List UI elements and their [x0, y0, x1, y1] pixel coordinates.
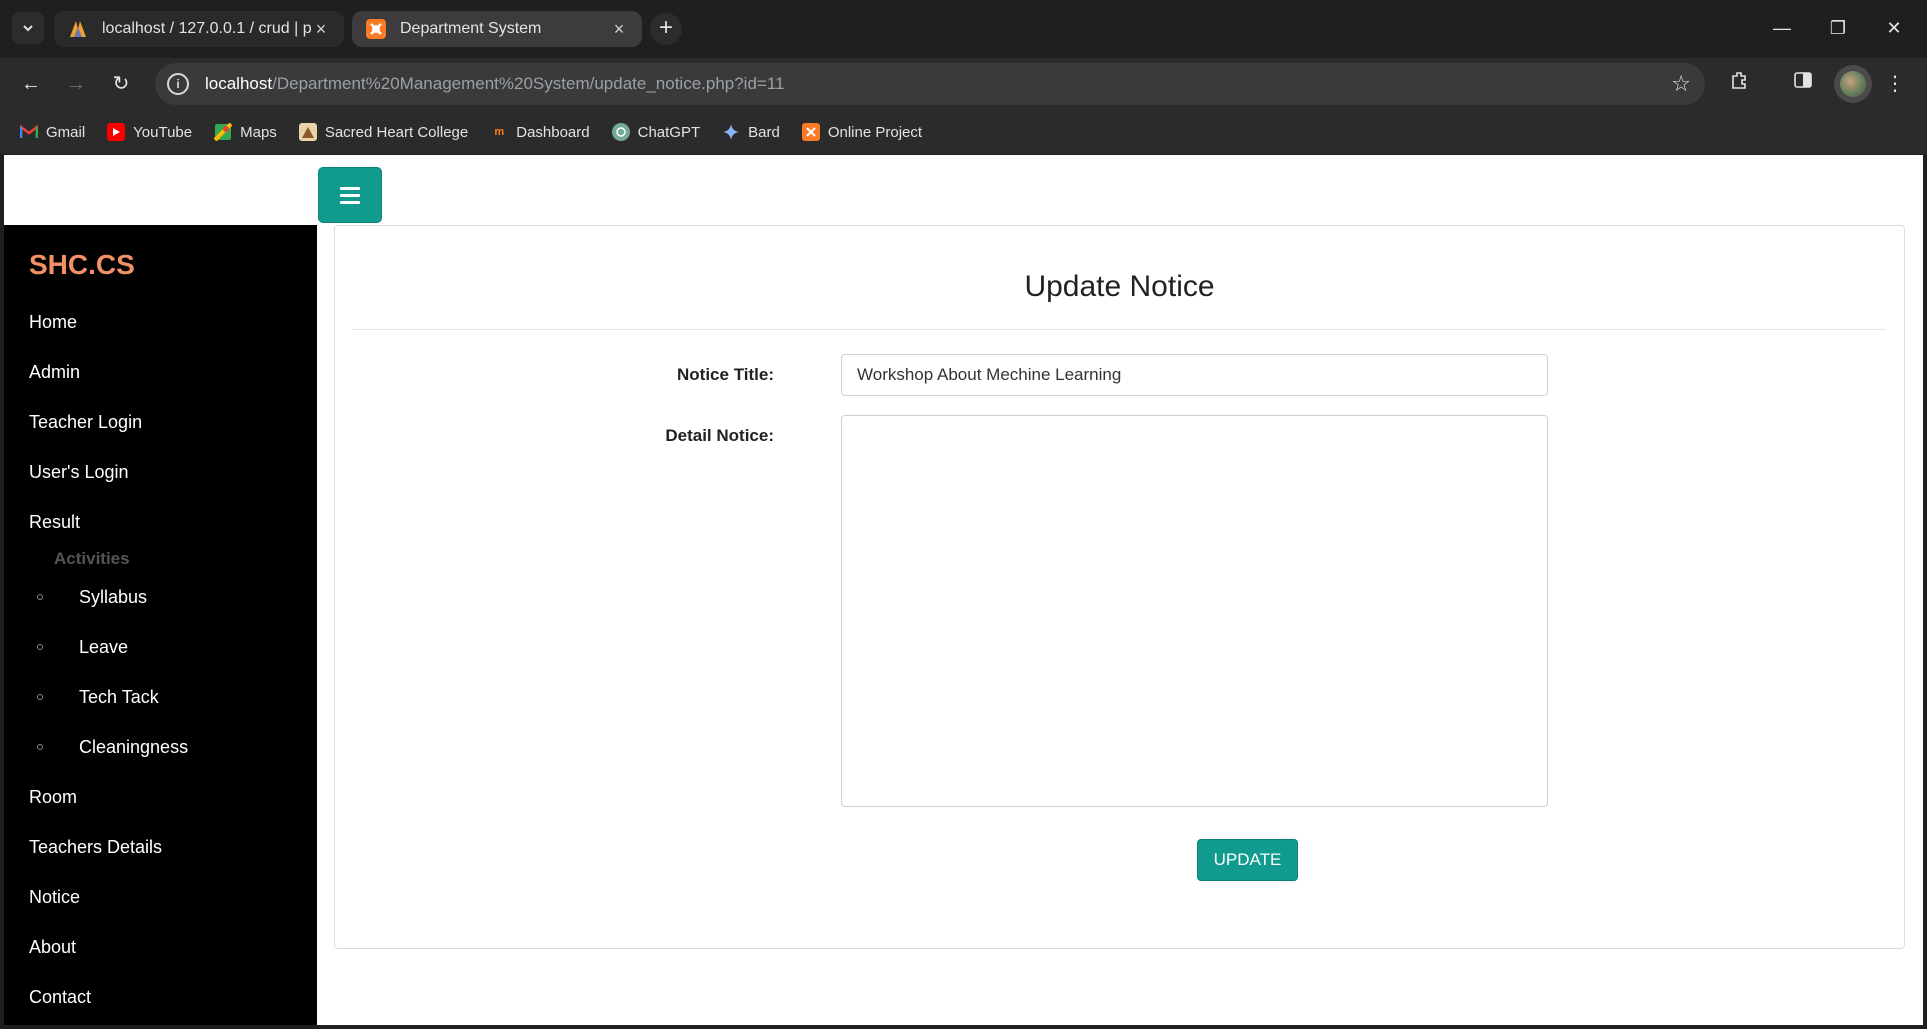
bookmark-maps[interactable]: Maps	[214, 123, 277, 141]
bookmark-bard[interactable]: Bard	[722, 123, 780, 141]
more-menu-icon[interactable]: ⋮	[1878, 67, 1912, 101]
tab-phpmyadmin[interactable]: localhost / 127.0.0.1 / crud | ph ×	[54, 11, 344, 47]
bard-icon	[722, 123, 740, 141]
bookmark-star-icon[interactable]: ☆	[1671, 71, 1691, 97]
detail-notice-textarea[interactable]	[841, 415, 1548, 807]
nav-about[interactable]: About	[29, 937, 76, 958]
brand-logo[interactable]: SHC.CS	[29, 249, 135, 281]
bookmark-sacred-heart-college[interactable]: Sacred Heart College	[298, 123, 468, 141]
bookmark-chatgpt[interactable]: ChatGPT	[611, 123, 700, 141]
nav-room[interactable]: Room	[29, 787, 77, 808]
nav-cleaningness[interactable]: Cleaningness	[79, 737, 188, 758]
page-viewport: SHC.CS Home Admin Teacher Login User's L…	[4, 155, 1923, 1025]
side-panel-icon[interactable]	[1786, 67, 1820, 101]
address-bar[interactable]: i localhost/Department%20Management%20Sy…	[155, 63, 1705, 105]
menu-toggle-button[interactable]	[318, 167, 382, 223]
nav-notice[interactable]: Notice	[29, 887, 80, 908]
youtube-icon	[107, 123, 126, 141]
notice-title-input[interactable]	[841, 354, 1548, 396]
url-text[interactable]: localhost/Department%20Management%20Syst…	[205, 74, 785, 94]
bullet-icon	[37, 644, 43, 650]
update-button[interactable]: UPDATE	[1197, 839, 1298, 881]
nav-leave[interactable]: Leave	[79, 637, 128, 658]
browser-tabstrip: localhost / 127.0.0.1 / crud | ph × Depa…	[0, 0, 1927, 58]
bookmark-dashboard[interactable]: m Dashboard	[490, 123, 589, 141]
hamburger-icon	[340, 186, 360, 204]
nav-syllabus[interactable]: Syllabus	[79, 587, 147, 608]
forward-button[interactable]: →	[59, 67, 93, 101]
update-notice-card: Update Notice Notice Title: Detail Notic…	[334, 225, 1905, 949]
detail-notice-label: Detail Notice:	[665, 426, 774, 445]
restore-button[interactable]: ❐	[1818, 12, 1858, 44]
nav-section-activities: Activities	[54, 549, 130, 568]
phpmyadmin-icon	[68, 19, 88, 39]
extensions-icon[interactable]	[1722, 67, 1756, 101]
bullet-icon	[37, 694, 43, 700]
tab-title: Department System	[400, 20, 542, 37]
xampp-icon	[366, 19, 386, 39]
profile-avatar[interactable]	[1834, 65, 1872, 103]
bookmarks-bar: Gmail YouTube Maps Sacred Heart College …	[0, 110, 1927, 154]
minimize-button[interactable]: —	[1762, 12, 1802, 44]
nav-teacher-login[interactable]: Teacher Login	[29, 412, 142, 433]
page-title: Update Notice	[1024, 270, 1215, 303]
chatgpt-icon	[611, 123, 630, 141]
moodle-icon: m	[494, 126, 505, 138]
gmail-icon	[20, 123, 38, 141]
reload-button[interactable]: ↻	[104, 67, 138, 101]
xampp-icon	[801, 123, 820, 141]
nav-users-login[interactable]: User's Login	[29, 462, 128, 483]
bullet-icon	[37, 744, 43, 750]
tab-search-button[interactable]	[12, 12, 44, 44]
college-icon	[298, 123, 317, 141]
sidebar: SHC.CS Home Admin Teacher Login User's L…	[4, 225, 317, 1025]
close-icon[interactable]: ×	[610, 19, 628, 40]
divider	[353, 329, 1886, 330]
site-info-icon[interactable]: i	[167, 73, 189, 95]
bookmark-youtube[interactable]: YouTube	[107, 123, 192, 141]
tab-title: localhost / 127.0.0.1 / crud | ph	[102, 20, 312, 37]
bullet-icon	[37, 594, 43, 600]
maps-icon	[214, 123, 233, 141]
new-tab-button[interactable]: +	[650, 13, 682, 45]
nav-admin[interactable]: Admin	[29, 362, 80, 383]
nav-home[interactable]: Home	[29, 312, 77, 333]
nav-tech-tack[interactable]: Tech Tack	[79, 687, 159, 708]
nav-teachers-details[interactable]: Teachers Details	[29, 837, 162, 858]
browser-toolbar: ← → ↻ i localhost/Department%20Managemen…	[0, 58, 1927, 110]
chevron-down-icon	[23, 25, 33, 32]
notice-title-label: Notice Title:	[677, 365, 774, 384]
close-icon[interactable]: ×	[312, 19, 330, 40]
bookmark-online-project[interactable]: Online Project	[801, 123, 922, 141]
tab-department-system[interactable]: Department System ×	[352, 11, 642, 47]
bookmark-gmail[interactable]: Gmail	[20, 123, 85, 141]
nav-contact[interactable]: Contact	[29, 987, 91, 1008]
nav-result[interactable]: Result	[29, 512, 80, 533]
close-window-button[interactable]: ✕	[1874, 12, 1914, 44]
back-button[interactable]: ←	[14, 67, 48, 101]
